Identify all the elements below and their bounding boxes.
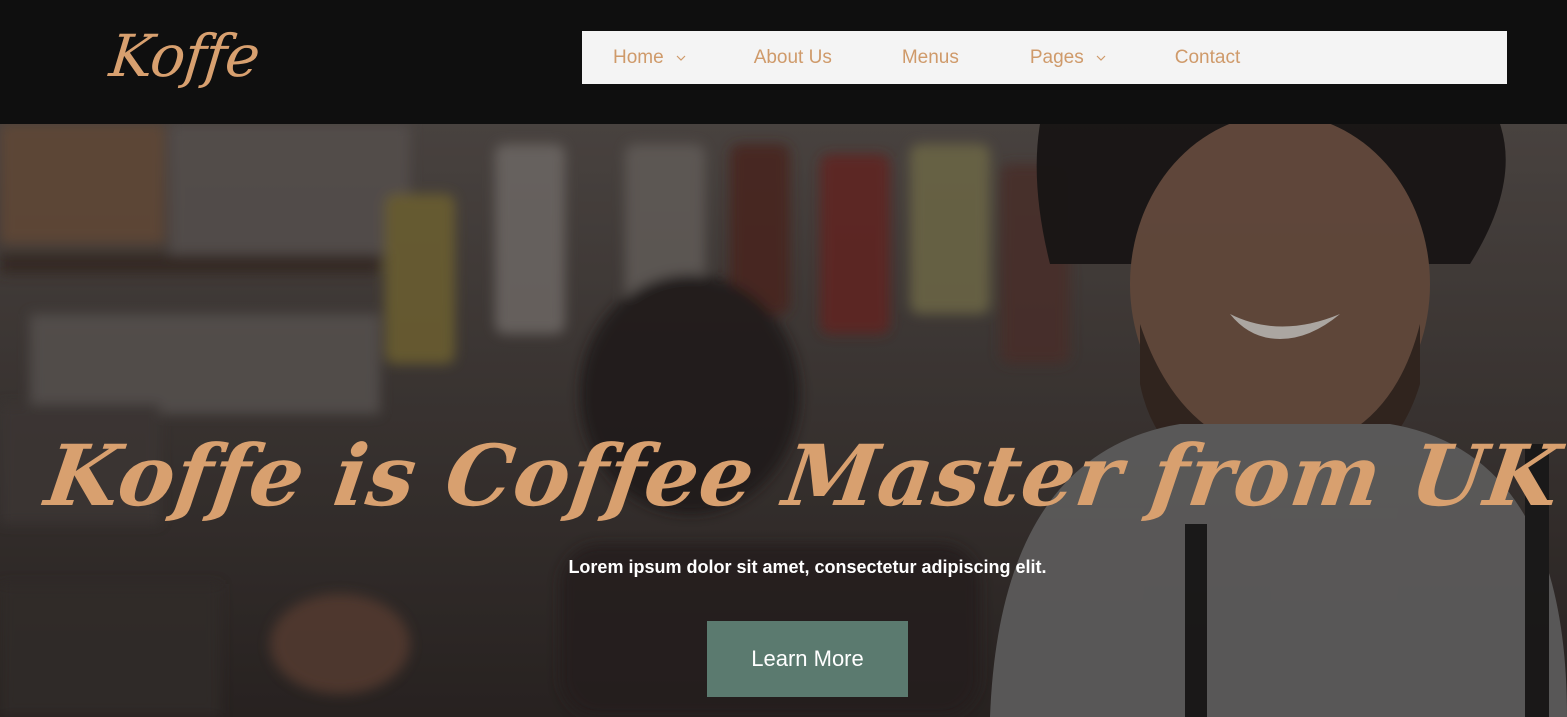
learn-more-button[interactable]: Learn More: [707, 621, 908, 697]
nav-item-label: Pages: [1029, 46, 1084, 68]
nav-item-pages[interactable]: Pages: [1030, 47, 1106, 69]
nav-item-menus[interactable]: Menus: [902, 47, 959, 69]
nav-item-label: Menus: [901, 46, 959, 68]
hero-section: Koffe is Coffee Master from UK Lorem ips…: [0, 124, 1567, 717]
nav-item-home[interactable]: Home: [613, 47, 686, 69]
main-navigation: Home About Us Menus Pages Contact: [582, 31, 1507, 84]
hero-title: Koffe is Coffee Master from UK: [39, 426, 1567, 525]
nav-item-label: Home: [613, 46, 664, 68]
hero-subtitle: Lorem ipsum dolor sit amet, consectetur …: [568, 557, 1047, 577]
nav-item-about-us[interactable]: About Us: [754, 47, 832, 69]
nav-item-contact[interactable]: Contact: [1175, 47, 1240, 69]
chevron-down-icon: [1096, 55, 1106, 61]
chevron-down-icon: [676, 55, 686, 61]
nav-item-label: Contact: [1174, 46, 1241, 68]
brand-logo[interactable]: Koffe: [106, 22, 262, 90]
nav-item-label: About Us: [753, 46, 832, 68]
site-header: Koffe Home About Us Menus Pages Contact: [0, 0, 1567, 124]
